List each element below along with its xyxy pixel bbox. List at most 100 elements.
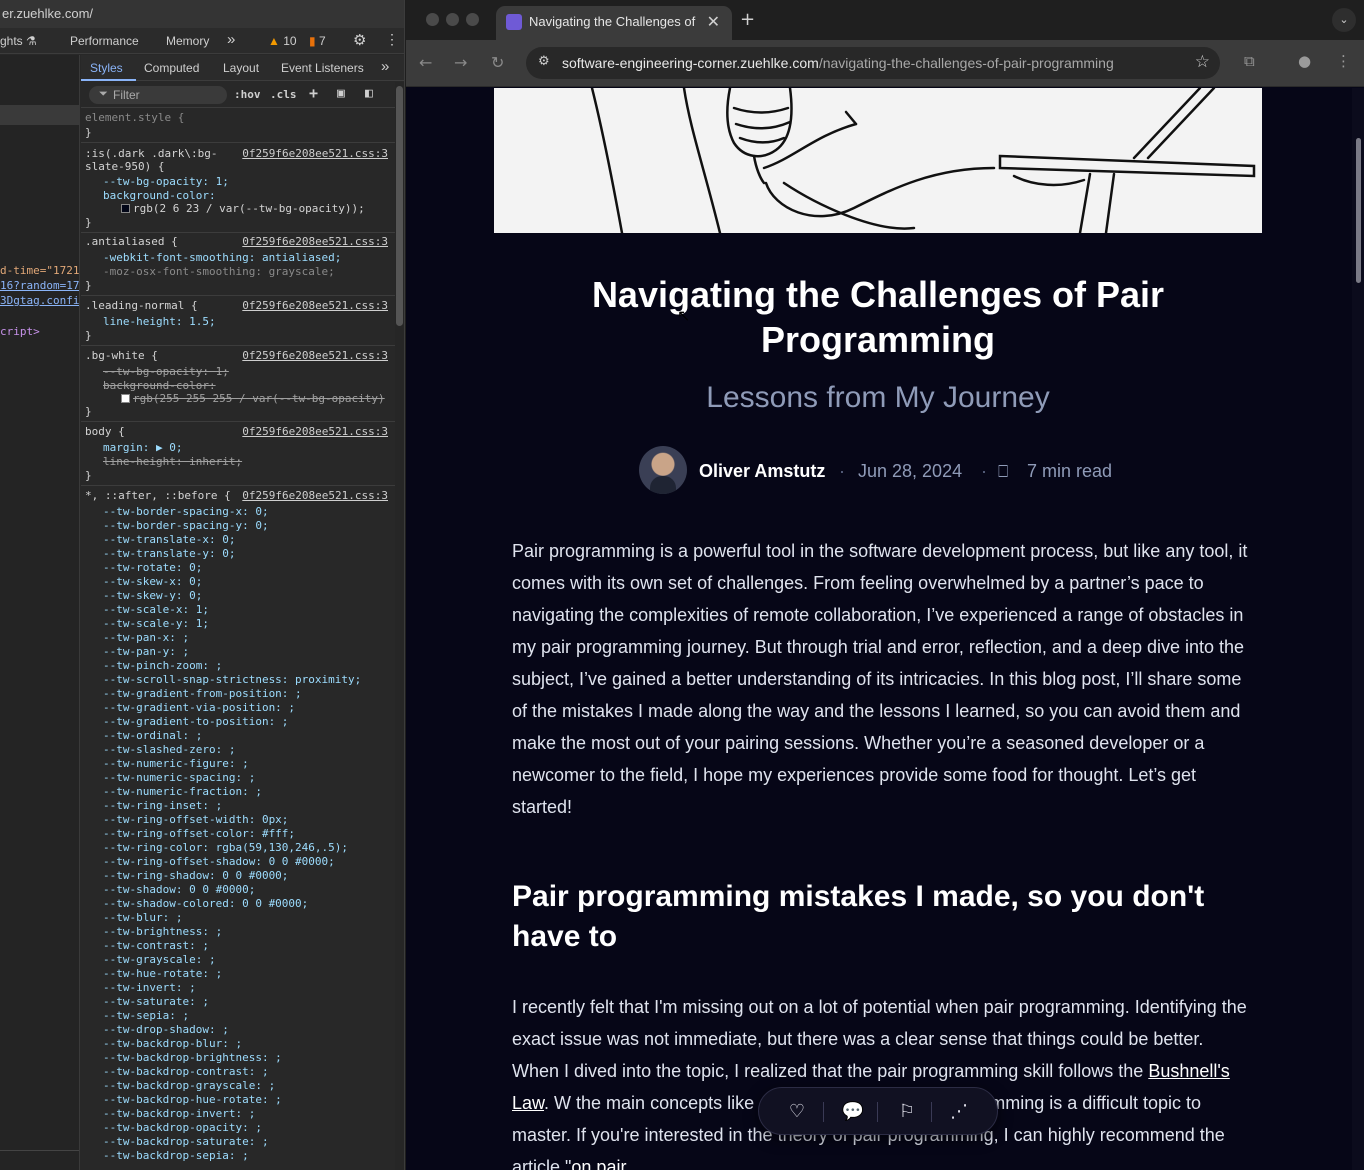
author-avatar[interactable]: [639, 446, 687, 494]
article-link[interactable]: on pair: [571, 1157, 626, 1170]
dom-fragment-4[interactable]: cript>: [0, 325, 40, 338]
browser-tab-active[interactable]: Navigating the Challenges of ✕: [496, 6, 732, 40]
css-variable-declaration[interactable]: --tw-backdrop-grayscale: ;: [103, 1079, 275, 1092]
css-variable-declaration[interactable]: --tw-ring-offset-width: 0px;: [103, 813, 288, 826]
tab-performance[interactable]: Performance: [70, 34, 139, 48]
css-variable-declaration[interactable]: --tw-numeric-spacing: ;: [103, 771, 255, 784]
browser-menu-icon[interactable]: ⋮: [1336, 52, 1351, 70]
share-icon[interactable]: ⋰: [947, 1100, 971, 1124]
css-variable-declaration[interactable]: --tw-scale-x: 1;: [103, 603, 209, 616]
css-variable-declaration[interactable]: --tw-drop-shadow: ;: [103, 1023, 229, 1036]
kebab-menu-icon[interactable]: ⋮: [385, 31, 399, 48]
comment-bubble-icon[interactable]: 💬: [841, 1100, 865, 1124]
css-variable-declaration[interactable]: --tw-blur: ;: [103, 911, 182, 924]
css-variable-declaration[interactable]: --tw-numeric-figure: ;: [103, 757, 249, 770]
rule-selector[interactable]: body {: [85, 425, 125, 438]
css-variable-declaration[interactable]: --tw-ring-shadow: 0 0 #0000;: [103, 869, 288, 882]
declaration[interactable]: --tw-bg-opacity: 1;: [103, 175, 229, 188]
css-variable-declaration[interactable]: --tw-border-spacing-y: 0;: [103, 519, 269, 532]
css-variable-declaration[interactable]: --tw-brightness: ;: [103, 925, 222, 938]
css-variable-declaration[interactable]: --tw-backdrop-opacity: ;: [103, 1121, 262, 1134]
rule-source-link[interactable]: 0f259f6e208ee521.css:3: [242, 147, 388, 160]
css-variable-declaration[interactable]: --tw-gradient-to-position: ;: [103, 715, 288, 728]
dom-fragment-1[interactable]: d-time="1721: [0, 264, 79, 277]
css-variable-declaration[interactable]: --tw-ordinal: ;: [103, 729, 202, 742]
color-swatch[interactable]: [121, 204, 130, 213]
tab-layout[interactable]: Layout: [223, 61, 259, 75]
declaration-overridden[interactable]: line-height: inherit;: [103, 455, 242, 468]
declaration-value[interactable]: rgb(2 6 23 / var(--tw-bg-opacity));: [121, 202, 365, 215]
rule-selector[interactable]: .bg-white {: [85, 349, 158, 362]
settings-gear-icon[interactable]: ⚙: [353, 31, 366, 49]
declaration[interactable]: background-color:: [103, 189, 216, 202]
css-variable-declaration[interactable]: --tw-shadow: 0 0 #0000;: [103, 883, 255, 896]
toggle-sidebar-icon[interactable]: ◧: [365, 86, 373, 101]
css-variable-declaration[interactable]: --tw-translate-x: 0;: [103, 533, 235, 546]
declaration[interactable]: -webkit-font-smoothing: antialiased;: [103, 251, 341, 264]
css-variable-declaration[interactable]: --tw-shadow-colored: 0 0 #0000;: [103, 897, 308, 910]
declaration-value-overridden[interactable]: rgb(255 255 255 / var(--tw-bg-opacity): [121, 392, 385, 405]
hover-state-button[interactable]: :hov: [234, 88, 261, 101]
issues-badge[interactable]: ▮ 7: [309, 34, 326, 48]
css-variable-declaration[interactable]: --tw-invert: ;: [103, 981, 196, 994]
styles-scrollbar[interactable]: [395, 82, 404, 1170]
dom-fragment-3[interactable]: 3Dgtag.confi: [0, 294, 79, 307]
declaration-inactive[interactable]: -moz-osx-font-smoothing: grayscale;: [103, 265, 335, 278]
css-variable-declaration[interactable]: --tw-backdrop-blur: ;: [103, 1037, 242, 1050]
tab-computed[interactable]: Computed: [144, 61, 199, 75]
declaration[interactable]: line-height: 1.5;: [103, 315, 216, 328]
css-variable-declaration[interactable]: --tw-backdrop-brightness: ;: [103, 1051, 282, 1064]
page-scrollbar[interactable]: [1352, 88, 1364, 1170]
css-variable-declaration[interactable]: --tw-backdrop-hue-rotate: ;: [103, 1093, 282, 1106]
css-variable-declaration[interactable]: --tw-skew-x: 0;: [103, 575, 202, 588]
rule-source-link[interactable]: 0f259f6e208ee521.css:3: [242, 235, 388, 248]
back-arrow-icon[interactable]: ←: [419, 53, 432, 72]
zoom-window-dot[interactable]: [466, 13, 479, 26]
site-settings-icon[interactable]: ⚙: [538, 54, 550, 69]
class-toggle-button[interactable]: .cls: [270, 88, 297, 101]
css-variable-declaration[interactable]: --tw-backdrop-saturate: ;: [103, 1135, 269, 1148]
rule-selector[interactable]: :is(.dark .dark\:bg-: [85, 147, 217, 160]
css-variable-declaration[interactable]: --tw-ring-offset-color: #fff;: [103, 827, 295, 840]
rule-source-link[interactable]: 0f259f6e208ee521.css:3: [242, 489, 388, 502]
minimize-window-dot[interactable]: [446, 13, 459, 26]
css-variable-declaration[interactable]: --tw-gradient-via-position: ;: [103, 701, 295, 714]
css-variable-declaration[interactable]: --tw-hue-rotate: ;: [103, 967, 222, 980]
css-variable-declaration[interactable]: --tw-backdrop-contrast: ;: [103, 1065, 269, 1078]
more-subtabs-icon[interactable]: »: [381, 58, 389, 75]
declaration[interactable]: margin: ▶ 0;: [103, 441, 182, 454]
like-heart-icon[interactable]: ♡: [785, 1100, 809, 1124]
css-variable-declaration[interactable]: --tw-contrast: ;: [103, 939, 209, 952]
rule-selector[interactable]: *, ::after, ::before {: [85, 489, 231, 502]
css-variable-declaration[interactable]: --tw-numeric-fraction: ;: [103, 785, 262, 798]
close-window-dot[interactable]: [426, 13, 439, 26]
more-tabs-icon[interactable]: »: [227, 31, 235, 48]
tab-event-listeners[interactable]: Event Listeners: [281, 61, 364, 75]
tab-memory[interactable]: Memory: [166, 34, 209, 48]
css-variable-declaration[interactable]: --tw-ring-offset-shadow: 0 0 #0000;: [103, 855, 335, 868]
rule-source-link[interactable]: 0f259f6e208ee521.css:3: [242, 425, 388, 438]
css-variable-declaration[interactable]: --tw-sepia: ;: [103, 1009, 189, 1022]
declaration-overridden[interactable]: background-color:: [103, 379, 216, 392]
css-variable-declaration[interactable]: --tw-skew-y: 0;: [103, 589, 202, 602]
tab-search-chevron-icon[interactable]: ⌄: [1332, 8, 1356, 32]
new-tab-plus-icon[interactable]: +: [740, 9, 755, 30]
rule-selector[interactable]: .leading-normal {: [85, 299, 198, 312]
dom-fragment-2[interactable]: 16?random=17: [0, 279, 79, 292]
rule-selector[interactable]: element.style {: [85, 111, 184, 124]
tab-insights[interactable]: ghts ⚗: [0, 34, 37, 48]
css-variable-declaration[interactable]: --tw-translate-y: 0;: [103, 547, 235, 560]
address-bar[interactable]: ⚙ software-engineering-corner.zuehlke.co…: [526, 47, 1220, 79]
css-variable-declaration[interactable]: --tw-backdrop-invert: ;: [103, 1107, 255, 1120]
tab-styles[interactable]: Styles: [90, 61, 123, 75]
css-variable-declaration[interactable]: --tw-scale-y: 1;: [103, 617, 209, 630]
address-url[interactable]: software-engineering-corner.zuehlke.com/…: [562, 55, 1114, 71]
css-variable-declaration[interactable]: --tw-ring-inset: ;: [103, 799, 222, 812]
color-swatch[interactable]: [121, 394, 130, 403]
page-scroll-thumb[interactable]: [1356, 138, 1361, 283]
tab-close-icon[interactable]: ✕: [707, 12, 720, 31]
css-variable-declaration[interactable]: --tw-rotate: 0;: [103, 561, 202, 574]
css-variable-declaration[interactable]: --tw-pinch-zoom: ;: [103, 659, 222, 672]
rule-source-link[interactable]: 0f259f6e208ee521.css:3: [242, 349, 388, 362]
css-variable-declaration[interactable]: --tw-slashed-zero: ;: [103, 743, 235, 756]
